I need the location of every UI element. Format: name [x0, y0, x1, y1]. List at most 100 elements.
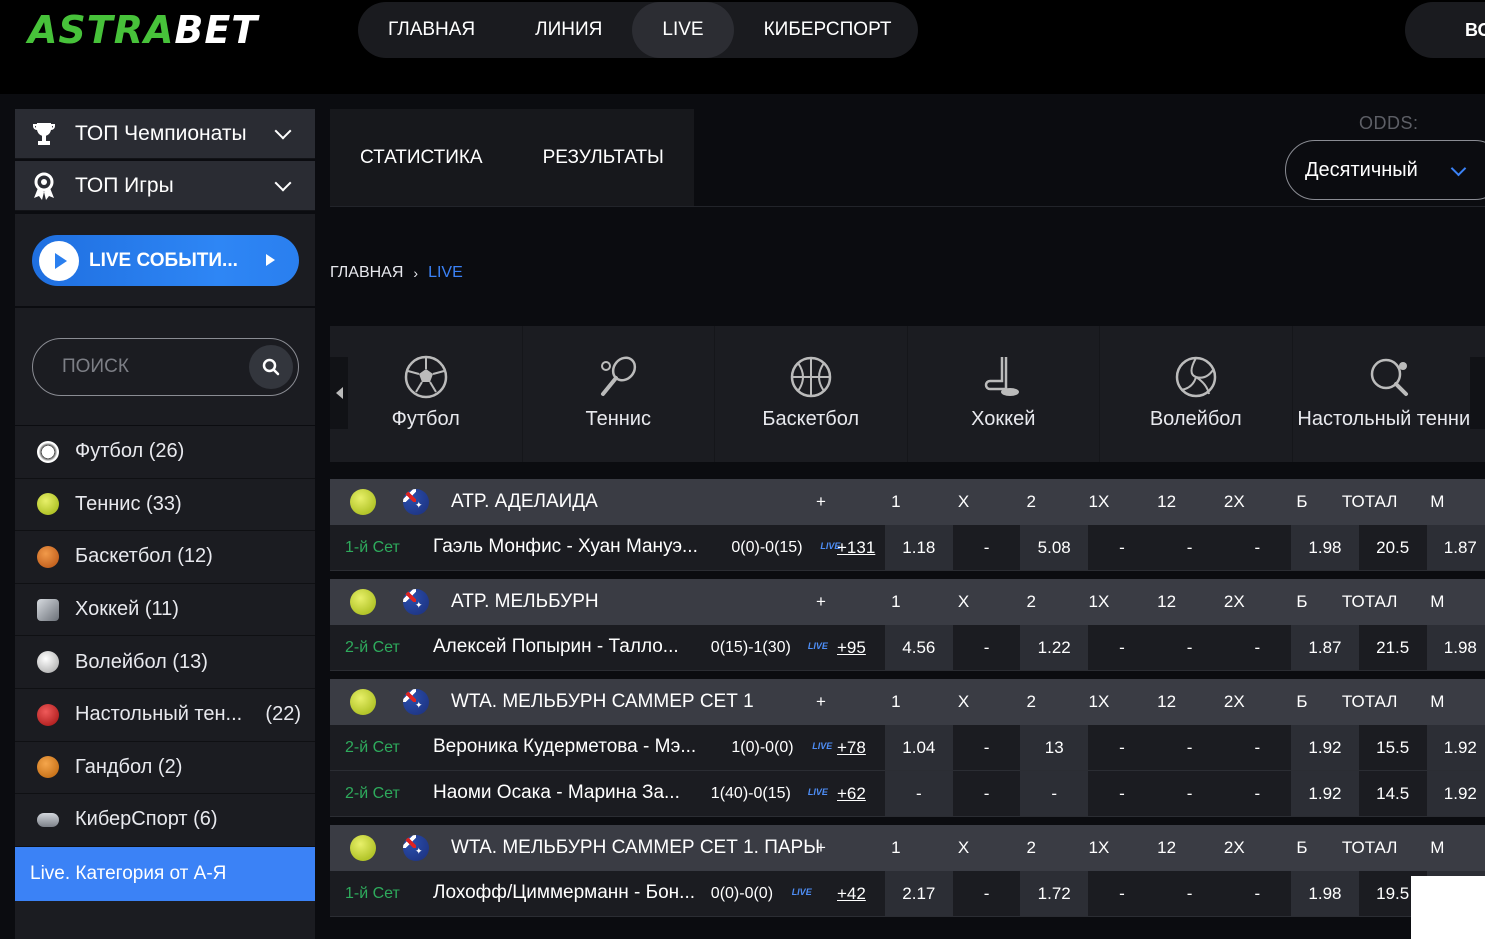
odds-cell[interactable]: -: [953, 771, 1021, 816]
league-header[interactable]: ATP. МЕЛЬБУРН +1X21X122XБТОТАЛМ: [330, 579, 1485, 625]
match-teams[interactable]: Гаэль Монфис - Хуан Мануэ...: [433, 536, 698, 558]
odds-cell[interactable]: 15.5: [1359, 725, 1427, 770]
odds-cell[interactable]: 1.22: [1020, 625, 1089, 670]
odds-cell[interactable]: 1.98: [1291, 871, 1359, 916]
match-teams[interactable]: Лохофф/Циммерманн - Бон...: [433, 882, 695, 904]
odds-cell[interactable]: -: [1088, 771, 1156, 816]
odds-cell[interactable]: -: [1088, 871, 1156, 916]
league-header[interactable]: WTA. МЕЛЬБУРН САММЕР СЕТ 1 +1X21X122XБТО…: [330, 679, 1485, 725]
more-markets-link[interactable]: +95: [837, 638, 866, 658]
odds-cell[interactable]: -: [1223, 625, 1291, 670]
odds-cell[interactable]: 14.5: [1359, 771, 1427, 816]
carousel-next-arrow[interactable]: [1470, 357, 1485, 429]
odds-cell[interactable]: -: [1156, 525, 1224, 570]
odds-cell[interactable]: 1.87: [1291, 625, 1359, 670]
odds-cell[interactable]: 1.98: [1291, 525, 1359, 570]
odds-cell[interactable]: -: [1156, 871, 1224, 916]
odds-cell[interactable]: 1.92: [1291, 771, 1359, 816]
odds-cell[interactable]: 4.56: [885, 625, 953, 670]
odds-cell[interactable]: -: [1088, 525, 1156, 570]
carousel-hockey[interactable]: Хоккей: [908, 326, 1100, 462]
table-row[interactable]: 2-й Сет Алексей Попырин - Талло... 0(15)…: [330, 625, 1485, 671]
odds-cell[interactable]: -: [1088, 625, 1156, 670]
carousel-table-tennis[interactable]: Настольный теннис: [1293, 326, 1485, 462]
search-icon[interactable]: [249, 345, 293, 389]
soccer-ball-icon: [37, 440, 59, 463]
more-markets-link[interactable]: +42: [837, 884, 866, 904]
nav-esports[interactable]: КИБЕРСПОРТ: [734, 2, 922, 58]
astrabet-logo[interactable]: ASTRABET: [28, 8, 258, 52]
odds-cell[interactable]: -: [953, 871, 1021, 916]
odds-cell[interactable]: -: [1088, 725, 1156, 770]
odds-cell[interactable]: 5.08: [1020, 525, 1089, 570]
odds-cell[interactable]: 13: [1020, 725, 1089, 770]
carousel-basketball[interactable]: Баскетбол: [715, 326, 908, 462]
sidebar-item-basketball[interactable]: Баскетбол (12): [15, 531, 315, 584]
top-games-dropdown[interactable]: ТОП Игры: [15, 161, 315, 211]
table-row[interactable]: 1-й Сет Лохофф/Циммерманн - Бон... 0(0)-…: [330, 871, 1485, 917]
search-input[interactable]: [62, 356, 242, 378]
match-teams[interactable]: Наоми Осака - Марина За...: [433, 782, 680, 804]
tab-results[interactable]: РЕЗУЛЬТАТЫ: [543, 147, 664, 169]
odds-cell[interactable]: -: [1020, 771, 1089, 816]
table-row[interactable]: 2-й Сет Вероника Кудерметова - Мэ... 1(0…: [330, 725, 1485, 771]
nav-live[interactable]: LIVE: [632, 2, 734, 58]
top-championships-dropdown[interactable]: ТОП Чемпионаты: [15, 109, 315, 159]
odds-cell[interactable]: 1.04: [885, 725, 953, 770]
odds-cell[interactable]: 1.92: [1426, 771, 1485, 816]
odds-cell[interactable]: 2.17: [885, 871, 953, 916]
odds-cell[interactable]: -: [1156, 771, 1224, 816]
odds-cell[interactable]: 1.92: [1291, 725, 1359, 770]
carousel-football[interactable]: Футбол: [330, 326, 523, 462]
odds-cell[interactable]: 1.72: [1020, 871, 1089, 916]
carousel-tennis[interactable]: Теннис: [523, 326, 715, 462]
odds-cell[interactable]: 1.87: [1426, 525, 1485, 570]
column-header: М: [1430, 838, 1445, 857]
tennis-ball-icon: [350, 689, 376, 715]
odds-cell[interactable]: -: [953, 525, 1021, 570]
category-a-z-bar[interactable]: Live. Категория от А-Я: [15, 847, 315, 901]
table-row[interactable]: 1-й Сет Гаэль Монфис - Хуан Мануэ... 0(0…: [330, 525, 1485, 571]
odds-cell[interactable]: -: [1223, 871, 1291, 916]
odds-cell[interactable]: -: [953, 625, 1021, 670]
odds-cell[interactable]: -: [1223, 771, 1291, 816]
odds-format-select[interactable]: Десятичный: [1285, 140, 1485, 200]
league-header[interactable]: WTA. МЕЛЬБУРН САММЕР СЕТ 1. ПАРЫ +1X21X1…: [330, 825, 1485, 871]
carousel-volleyball[interactable]: Волейбол: [1100, 326, 1293, 462]
login-button[interactable]: ВО: [1405, 2, 1485, 58]
sidebar-item-football[interactable]: Футбол (26): [15, 426, 315, 479]
odds-cell[interactable]: -: [1156, 625, 1224, 670]
odds-cell[interactable]: 21.5: [1359, 625, 1427, 670]
sidebar-item-volleyball[interactable]: Волейбол (13): [15, 636, 315, 689]
more-markets-link[interactable]: +62: [837, 784, 866, 804]
odds-cell[interactable]: 1.18: [885, 525, 953, 570]
more-markets-link[interactable]: +78: [837, 738, 866, 758]
live-events-button[interactable]: LIVE СОБЫТИ...: [32, 235, 299, 286]
sidebar-item-table-tennis[interactable]: Настольный тен... (22): [15, 688, 315, 742]
odds-cell[interactable]: -: [1156, 725, 1224, 770]
more-markets-link[interactable]: +131: [837, 538, 875, 558]
odds-cell[interactable]: 20.5: [1359, 525, 1427, 570]
nav-home[interactable]: ГЛАВНАЯ: [358, 2, 505, 58]
sidebar-item-tennis[interactable]: Теннис (33): [15, 478, 315, 532]
league-header[interactable]: ATP. АДЕЛАИДА +1X21X122XБТОТАЛМ: [330, 479, 1485, 525]
column-header: 1: [891, 838, 901, 857]
sidebar-item-hockey[interactable]: Хоккей (11): [15, 583, 315, 637]
breadcrumb-home[interactable]: ГЛАВНАЯ: [330, 264, 403, 282]
odds-cell[interactable]: -: [1223, 525, 1291, 570]
carousel-prev-arrow[interactable]: [330, 357, 348, 429]
sidebar-item-handball[interactable]: Гандбол (2): [15, 741, 315, 795]
column-header: X: [957, 492, 970, 511]
tab-statistics[interactable]: СТАТИСТИКА: [360, 147, 483, 169]
odds-cell[interactable]: -: [885, 771, 953, 816]
sidebar-item-esports[interactable]: КиберСпорт (6): [15, 794, 315, 847]
table-row[interactable]: 2-й Сет Наоми Осака - Марина За... 1(40)…: [330, 771, 1485, 817]
league-name: WTA. МЕЛЬБУРН САММЕР СЕТ 1. ПАРЫ: [451, 837, 821, 858]
odds-cell[interactable]: 1.92: [1426, 725, 1485, 770]
odds-cell[interactable]: -: [953, 725, 1021, 770]
odds-cell[interactable]: 1.98: [1426, 625, 1485, 670]
match-teams[interactable]: Алексей Попырин - Талло...: [433, 636, 679, 658]
odds-cell[interactable]: -: [1223, 725, 1291, 770]
nav-line[interactable]: ЛИНИЯ: [505, 2, 632, 58]
match-teams[interactable]: Вероника Кудерметова - Мэ...: [433, 736, 696, 758]
